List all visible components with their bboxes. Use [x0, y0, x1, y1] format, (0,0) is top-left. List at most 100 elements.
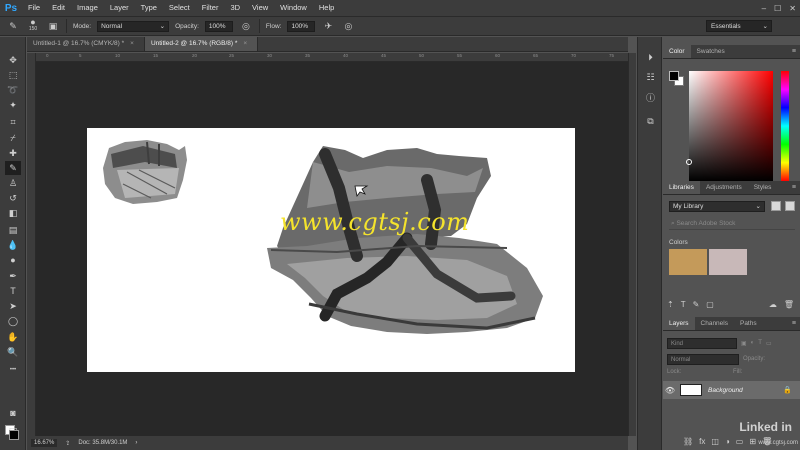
clone-stamp-tool-icon[interactable]: ♙ — [5, 176, 21, 190]
folder-icon[interactable]: ▭ — [736, 437, 744, 446]
menu-help[interactable]: Help — [313, 0, 340, 16]
cloud-icon[interactable]: ☁ — [769, 300, 777, 309]
link-icon[interactable]: ⛓ — [683, 437, 693, 446]
lasso-tool-icon[interactable]: ➰ — [5, 83, 21, 97]
list-view-icon[interactable] — [785, 201, 795, 211]
menu-edit[interactable]: Edit — [46, 0, 71, 16]
close-icon[interactable]: × — [130, 40, 134, 47]
foreground-color-swatch[interactable] — [669, 71, 679, 81]
pressure-size-icon[interactable]: ◎ — [341, 19, 355, 33]
zoom-level[interactable]: 16.67% — [31, 439, 58, 447]
tab-styles[interactable]: Styles — [748, 181, 778, 194]
opacity-field[interactable]: 100% — [204, 20, 233, 32]
layer-kind-select[interactable]: Kind — [667, 337, 737, 349]
filter-shape-icon[interactable]: ▭ — [766, 340, 772, 347]
eyedropper-tool-icon[interactable]: ⌿ — [5, 131, 21, 145]
path-select-tool-icon[interactable]: ➤ — [5, 299, 21, 313]
filter-adjustment-icon[interactable]: ◐ — [751, 340, 755, 346]
pressure-opacity-icon[interactable]: ◎ — [239, 19, 253, 33]
close-window-button[interactable]: ✕ — [789, 4, 796, 13]
shape-tool-icon[interactable]: ◯ — [5, 314, 21, 328]
fx-icon[interactable]: fx — [699, 437, 705, 446]
share-icon[interactable]: ⇪ — [65, 440, 70, 447]
dodge-tool-icon[interactable]: ● — [5, 253, 21, 267]
airbrush-icon[interactable]: ✈ — [321, 19, 335, 33]
pen-tool-icon[interactable]: ✒ — [5, 269, 21, 283]
tab-channels[interactable]: Channels — [695, 317, 734, 330]
eraser-tool-icon[interactable]: ◧ — [5, 206, 21, 220]
color-field[interactable] — [689, 71, 773, 181]
adjustment-icon[interactable]: ◑ — [725, 437, 730, 446]
crop-tool-icon[interactable]: ⌗ — [5, 115, 21, 129]
flow-field[interactable]: 100% — [287, 20, 316, 32]
background-color-swatch[interactable] — [9, 430, 19, 440]
history-brush-tool-icon[interactable]: ↺ — [5, 191, 21, 205]
mask-icon[interactable]: ◫ — [711, 437, 719, 446]
new-layer-icon[interactable]: ⊞ — [749, 437, 756, 446]
healing-brush-tool-icon[interactable]: ✚ — [5, 146, 21, 160]
filter-type-icon[interactable]: T — [758, 340, 762, 346]
menu-window[interactable]: Window — [274, 0, 313, 16]
close-icon[interactable]: × — [243, 40, 247, 47]
eye-icon[interactable]: 👁 — [663, 386, 677, 395]
trash-icon[interactable]: 🗑 — [784, 300, 794, 309]
color-picker-handle[interactable] — [686, 159, 692, 165]
library-color-swatch[interactable] — [669, 249, 707, 275]
tab-color[interactable]: Color — [663, 45, 691, 58]
menu-3d[interactable]: 3D — [224, 0, 246, 16]
tab-adjustments[interactable]: Adjustments — [700, 181, 748, 194]
tab-untitled-2[interactable]: Untitled-2 @ 16.7% (RGB/8) * × — [144, 37, 259, 51]
zoom-tool-icon[interactable]: 🔍 — [5, 345, 21, 359]
properties-panel-icon[interactable]: ☷ — [644, 71, 657, 84]
brush-size-picker[interactable]: ● 150 — [26, 18, 40, 33]
gradient-tool-icon[interactable]: ▤ — [5, 223, 21, 237]
info-panel-icon[interactable]: ⓘ — [644, 91, 657, 104]
edit-toolbar-icon[interactable]: ••• — [5, 363, 21, 377]
blend-mode-select[interactable]: Normal — [667, 353, 739, 365]
brush-tool-icon[interactable]: ✎ — [5, 161, 21, 175]
tab-libraries[interactable]: Libraries — [663, 181, 700, 194]
library-color-swatch[interactable] — [709, 249, 747, 275]
panel-menu-icon[interactable]: ≡ — [792, 181, 800, 194]
upload-icon[interactable]: ⇡ — [667, 300, 674, 309]
workspace-select[interactable]: Essentials ⌄ — [706, 20, 772, 32]
move-tool-icon[interactable]: ✥ — [5, 53, 21, 67]
maximize-button[interactable]: ☐ — [774, 4, 781, 13]
layer-row[interactable]: 👁 Background 🔒 — [663, 381, 800, 399]
menu-layer[interactable]: Layer — [104, 0, 135, 16]
vertical-ruler[interactable] — [27, 53, 36, 436]
grid-view-icon[interactable] — [771, 201, 781, 211]
hand-tool-icon[interactable]: ✋ — [5, 330, 21, 344]
menu-filter[interactable]: Filter — [196, 0, 225, 16]
brush-preset-icon[interactable]: ✎ — [6, 19, 20, 33]
type-tool-icon[interactable]: T — [5, 284, 21, 298]
document-canvas[interactable] — [87, 128, 575, 372]
vertical-scrollbar[interactable] — [628, 53, 636, 436]
history-panel-icon[interactable]: ⏵ — [644, 51, 657, 64]
menu-type[interactable]: Type — [135, 0, 163, 16]
library-select[interactable]: My Library ⌄ — [669, 201, 765, 212]
blur-tool-icon[interactable]: 💧 — [5, 238, 21, 252]
filter-pixel-icon[interactable]: ▣ — [741, 340, 747, 347]
tab-untitled-1[interactable]: Untitled-1 @ 16.7% (CMYK/8) * × — [27, 37, 145, 51]
mode-select[interactable]: Normal ⌄ — [97, 20, 170, 32]
brush-panel-toggle-icon[interactable]: ▣ — [46, 19, 60, 33]
panel-menu-icon[interactable]: ≡ — [792, 45, 800, 58]
marquee-tool-icon[interactable]: ⬚ — [5, 68, 21, 82]
stock-search-input[interactable]: ⌕ Search Adobe Stock — [669, 218, 795, 230]
text-icon[interactable]: T — [681, 300, 686, 309]
menu-select[interactable]: Select — [163, 0, 196, 16]
quick-mask-icon[interactable]: ◙ — [5, 406, 21, 420]
panel-menu-icon[interactable]: ≡ — [792, 317, 800, 330]
graphic-icon[interactable]: ▢ — [706, 300, 714, 309]
menu-image[interactable]: Image — [71, 0, 104, 16]
quick-select-tool-icon[interactable]: ✦ — [5, 98, 21, 112]
brush-icon[interactable]: ✎ — [693, 300, 700, 309]
minimize-button[interactable]: – — [762, 4, 766, 13]
chevron-right-icon[interactable]: › — [135, 440, 137, 446]
horizontal-ruler[interactable]: 0 5 10 15 20 25 30 35 40 45 50 55 60 65 … — [36, 53, 628, 62]
tab-paths[interactable]: Paths — [734, 317, 763, 330]
character-panel-icon[interactable]: ⧉ — [644, 115, 657, 128]
menu-view[interactable]: View — [246, 0, 274, 16]
menu-file[interactable]: File — [22, 0, 46, 16]
